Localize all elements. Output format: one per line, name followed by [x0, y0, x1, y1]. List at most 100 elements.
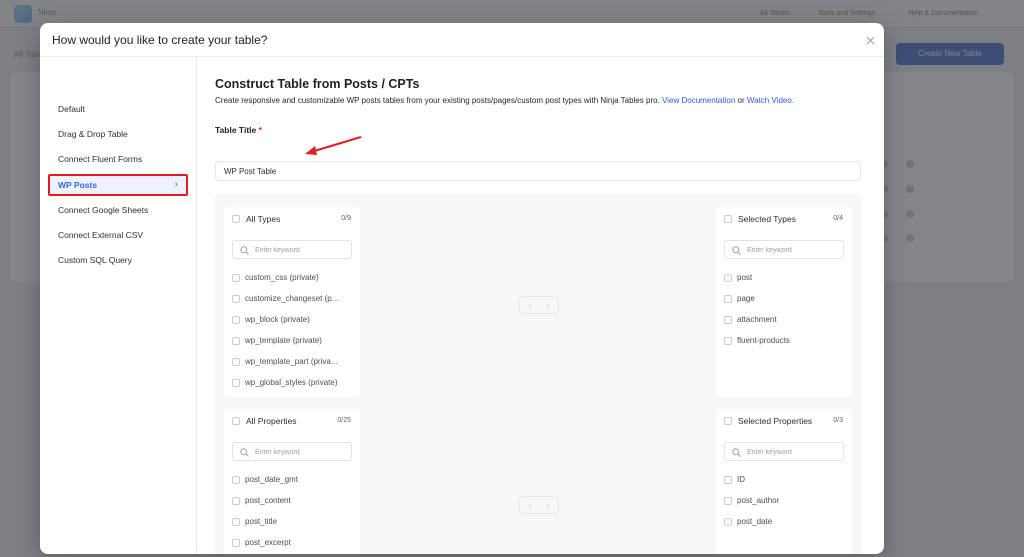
- list-item-label: post_content: [245, 496, 291, 505]
- list-item-checkbox[interactable]: [232, 379, 240, 387]
- chevron-right-icon[interactable]: ›: [541, 300, 555, 312]
- sidebar-item-label: Connect Google Sheets: [58, 205, 149, 215]
- sidebar-item-custom-sql[interactable]: Custom SQL Query: [48, 249, 188, 271]
- list-item-checkbox[interactable]: [724, 518, 732, 526]
- sidebar-item-label: Connect External CSV: [58, 230, 144, 240]
- table-title-input[interactable]: [215, 161, 861, 181]
- list-item[interactable]: post_excerpt: [224, 536, 360, 550]
- sidebar-item-google-sheets[interactable]: Connect Google Sheets: [48, 199, 188, 221]
- all-types-panel: All Types 0/9 custom_css (private) custo…: [224, 207, 360, 397]
- selected-properties-title: Selected Properties: [738, 416, 813, 426]
- all-properties-panel: All Properties 0/25 post_date_gmt post_c…: [224, 409, 360, 554]
- list-item[interactable]: post_content: [224, 494, 360, 508]
- list-item-label: customize_changeset (p...: [245, 294, 339, 303]
- list-item[interactable]: wp_block (private): [224, 313, 360, 327]
- selected-properties-count: 0/3: [833, 417, 843, 424]
- all-properties-search: [232, 442, 352, 461]
- sidebar-item-external-csv[interactable]: Connect External CSV: [48, 224, 188, 246]
- list-item-label: post_date_gmt: [245, 475, 298, 484]
- properties-transfer-buttons: ‹ ›: [519, 496, 559, 514]
- list-item-label: custom_css (private): [245, 273, 319, 282]
- chevron-left-icon[interactable]: ‹: [523, 500, 537, 512]
- list-item-checkbox[interactable]: [724, 497, 732, 505]
- list-item[interactable]: ID: [716, 473, 852, 487]
- list-item-checkbox[interactable]: [232, 539, 240, 547]
- selected-properties-select-all-checkbox[interactable]: [724, 417, 732, 425]
- list-item-checkbox[interactable]: [724, 316, 732, 324]
- required-marker: *: [258, 125, 262, 135]
- selected-properties-header: Selected Properties 0/3: [716, 409, 852, 431]
- list-item[interactable]: wp_global_styles (private): [224, 376, 360, 390]
- sidebar-item-wp-posts[interactable]: WP Posts ›: [48, 174, 188, 196]
- list-item-checkbox[interactable]: [232, 295, 240, 303]
- list-item-label: post_excerpt: [245, 538, 291, 547]
- list-item-checkbox[interactable]: [724, 295, 732, 303]
- list-item-checkbox[interactable]: [232, 337, 240, 345]
- list-item[interactable]: fluent-products: [716, 334, 852, 348]
- list-item[interactable]: post_date_gmt: [224, 473, 360, 487]
- search-icon: [240, 448, 249, 457]
- page-description: Create responsive and customizable WP po…: [215, 96, 794, 105]
- list-item-label: wp_block (private): [245, 315, 310, 324]
- selected-properties-search: [724, 442, 844, 461]
- all-properties-select-all-checkbox[interactable]: [232, 417, 240, 425]
- chevron-left-icon[interactable]: ‹: [523, 300, 537, 312]
- all-types-search-input[interactable]: [255, 244, 347, 256]
- modal-header: How would you like to create your table?: [40, 23, 884, 57]
- all-types-title: All Types: [246, 214, 281, 224]
- list-item-label: post_title: [245, 517, 278, 526]
- close-icon[interactable]: [866, 36, 875, 45]
- list-item[interactable]: post_date: [716, 515, 852, 529]
- sidebar-item-fluent-forms[interactable]: Connect Fluent Forms: [48, 148, 188, 170]
- list-item[interactable]: wp_template (private): [224, 334, 360, 348]
- list-item-label: wp_global_styles (private): [245, 378, 338, 387]
- view-documentation-link[interactable]: View Documentation: [662, 96, 735, 105]
- list-item-label: post: [737, 273, 753, 282]
- all-types-select-all-checkbox[interactable]: [232, 215, 240, 223]
- page-title: Construct Table from Posts / CPTs: [215, 77, 420, 91]
- selected-types-search-input[interactable]: [747, 244, 839, 256]
- sidebar-item-label: Drag & Drop Table: [58, 129, 128, 139]
- list-item-label: attachment: [737, 315, 777, 324]
- list-item-checkbox[interactable]: [232, 358, 240, 366]
- list-item-label: ID: [737, 475, 745, 484]
- search-icon: [240, 246, 249, 255]
- list-item[interactable]: custom_css (private): [224, 271, 360, 285]
- list-item-label: wp_template_part (priva...: [245, 357, 338, 366]
- list-item-checkbox[interactable]: [232, 316, 240, 324]
- all-properties-header: All Properties 0/25: [224, 409, 360, 431]
- list-item-label: page: [737, 294, 755, 303]
- wp-posts-panel: Construct Table from Posts / CPTs Create…: [198, 57, 884, 554]
- list-item-checkbox[interactable]: [232, 476, 240, 484]
- all-properties-search-input[interactable]: [255, 446, 347, 458]
- all-types-count: 0/9: [341, 215, 351, 222]
- sidebar-item-label: Default: [58, 104, 85, 114]
- list-item-label: wp_template (private): [245, 336, 322, 345]
- selected-types-count: 0/4: [833, 215, 843, 222]
- search-icon: [732, 448, 741, 457]
- annotation-arrow-icon: [305, 136, 362, 155]
- list-item[interactable]: page: [716, 292, 852, 306]
- selected-properties-search-input[interactable]: [747, 446, 839, 458]
- create-table-modal: How would you like to create your table?…: [40, 23, 884, 554]
- sidebar-item-label: Connect Fluent Forms: [58, 154, 143, 164]
- chevron-right-icon[interactable]: ›: [541, 500, 555, 512]
- list-item-checkbox[interactable]: [232, 274, 240, 282]
- list-item[interactable]: post: [716, 271, 852, 285]
- list-item-checkbox[interactable]: [724, 337, 732, 345]
- list-item[interactable]: attachment: [716, 313, 852, 327]
- sidebar-item-default[interactable]: Default: [48, 98, 188, 120]
- list-item[interactable]: post_title: [224, 515, 360, 529]
- all-properties-count: 0/25: [337, 417, 351, 424]
- list-item-checkbox[interactable]: [232, 518, 240, 526]
- list-item[interactable]: post_author: [716, 494, 852, 508]
- list-item-checkbox[interactable]: [724, 274, 732, 282]
- list-item[interactable]: customize_changeset (p...: [224, 292, 360, 306]
- sidebar-item-drag-drop[interactable]: Drag & Drop Table: [48, 123, 188, 145]
- selected-types-select-all-checkbox[interactable]: [724, 215, 732, 223]
- list-item-label: fluent-products: [737, 336, 790, 345]
- watch-video-link[interactable]: Watch Video.: [747, 96, 794, 105]
- list-item-checkbox[interactable]: [724, 476, 732, 484]
- list-item-checkbox[interactable]: [232, 497, 240, 505]
- list-item[interactable]: wp_template_part (priva...: [224, 355, 360, 369]
